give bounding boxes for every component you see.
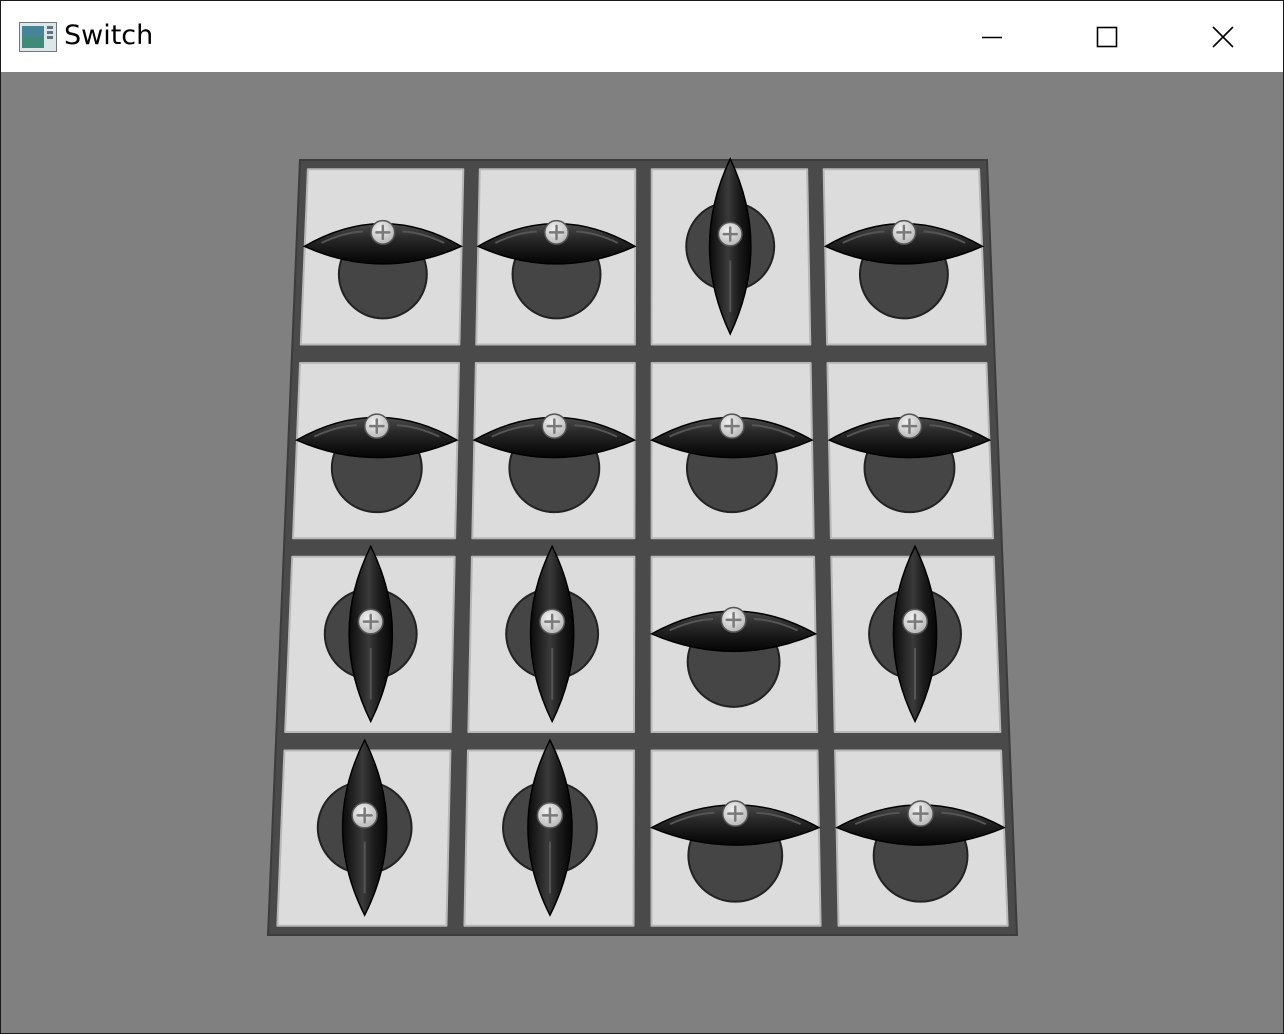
switch-tile[interactable] <box>299 168 465 346</box>
switch-tile[interactable] <box>467 544 636 733</box>
maximize-icon <box>1096 26 1118 47</box>
switch-tile[interactable] <box>649 555 819 733</box>
switch-tile[interactable] <box>650 157 812 346</box>
switch-tile[interactable] <box>830 544 1002 733</box>
switch-board <box>266 157 1019 936</box>
switch-tile[interactable] <box>475 168 637 346</box>
switch-tile[interactable] <box>276 738 452 927</box>
switch-tile[interactable] <box>463 738 635 927</box>
title-bar: Switch <box>1 1 1283 72</box>
switch-tile[interactable] <box>826 362 995 540</box>
window-title: Switch <box>64 20 154 51</box>
switch-tile[interactable] <box>291 362 460 540</box>
app-icon <box>19 22 57 52</box>
switch-tile[interactable] <box>834 749 1009 927</box>
switch-tile[interactable] <box>822 168 987 346</box>
switch-tile[interactable] <box>649 749 822 927</box>
switch-tile[interactable] <box>649 362 815 540</box>
maximize-button[interactable] <box>1049 1 1165 72</box>
app-window: Switch <box>0 0 1284 1034</box>
switch-tile[interactable] <box>284 544 456 733</box>
minimize-icon <box>982 36 1002 38</box>
minimize-button[interactable] <box>934 1 1050 72</box>
close-button[interactable] <box>1165 1 1281 72</box>
switch-tile[interactable] <box>471 362 637 540</box>
close-icon <box>1212 25 1234 48</box>
game-canvas <box>1 72 1283 1033</box>
